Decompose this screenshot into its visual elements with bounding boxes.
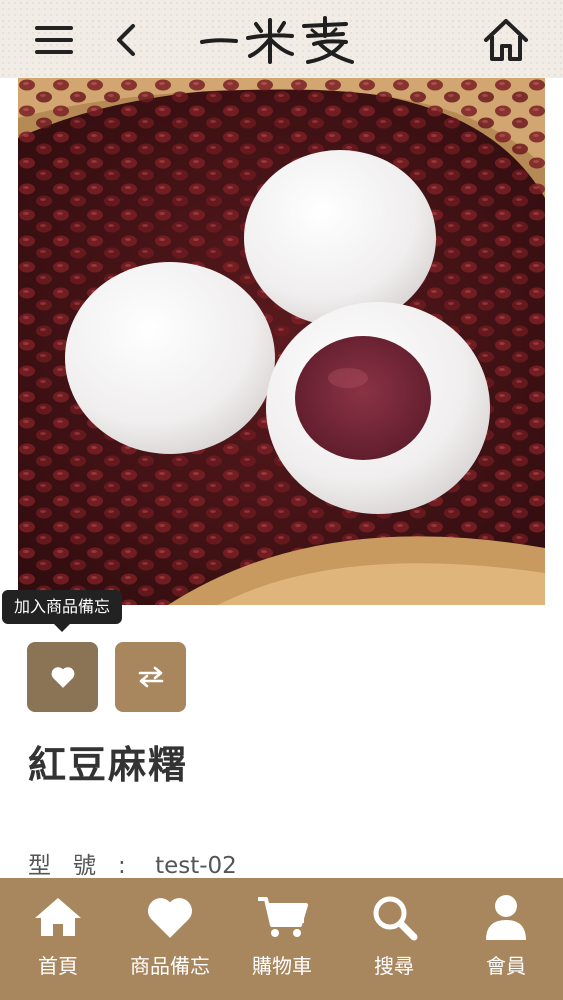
- brand-logo[interactable]: [196, 14, 366, 68]
- nav-label-search: 搜尋: [374, 954, 414, 978]
- swap-arrows-icon: [138, 666, 163, 688]
- shopping-cart-icon: [258, 897, 308, 937]
- nav-label-home: 首頁: [38, 954, 78, 978]
- product-model: 型號: test-02: [28, 846, 237, 880]
- home-button[interactable]: [478, 14, 534, 66]
- product-title: 紅豆麻糬: [28, 743, 189, 787]
- nav-label-cart: 購物車: [252, 954, 312, 978]
- bottom-navigation: 首頁 商品備忘 購物車 搜尋 會員: [0, 878, 563, 1000]
- menu-button[interactable]: [30, 18, 80, 62]
- home-icon: [35, 898, 81, 936]
- user-icon: [486, 895, 526, 940]
- back-button[interactable]: [104, 18, 148, 62]
- nav-home[interactable]: 首頁: [2, 878, 114, 1000]
- heart-icon: [51, 667, 74, 688]
- model-value: test-02: [155, 853, 237, 879]
- search-icon: [373, 896, 418, 941]
- home-icon: [484, 19, 528, 61]
- heart-icon: [148, 898, 192, 938]
- add-to-wishlist-button[interactable]: [27, 642, 98, 712]
- nav-label-member: 會員: [486, 954, 526, 978]
- hamburger-menu-icon: [35, 26, 73, 54]
- app-header: [0, 0, 563, 78]
- compare-button[interactable]: [115, 642, 186, 712]
- tooltip-arrow: [54, 624, 70, 632]
- nav-wishlist[interactable]: 商品備忘: [114, 878, 226, 1000]
- wishlist-tooltip: 加入商品備忘: [2, 590, 123, 624]
- chevron-left-icon: [117, 24, 135, 56]
- product-image: [18, 78, 545, 605]
- nav-cart[interactable]: 購物車: [226, 878, 338, 1000]
- nav-label-wishlist: 商品備忘: [130, 954, 210, 978]
- model-label: 型號:: [28, 853, 148, 879]
- nav-member[interactable]: 會員: [450, 878, 562, 1000]
- nav-search[interactable]: 搜尋: [338, 878, 450, 1000]
